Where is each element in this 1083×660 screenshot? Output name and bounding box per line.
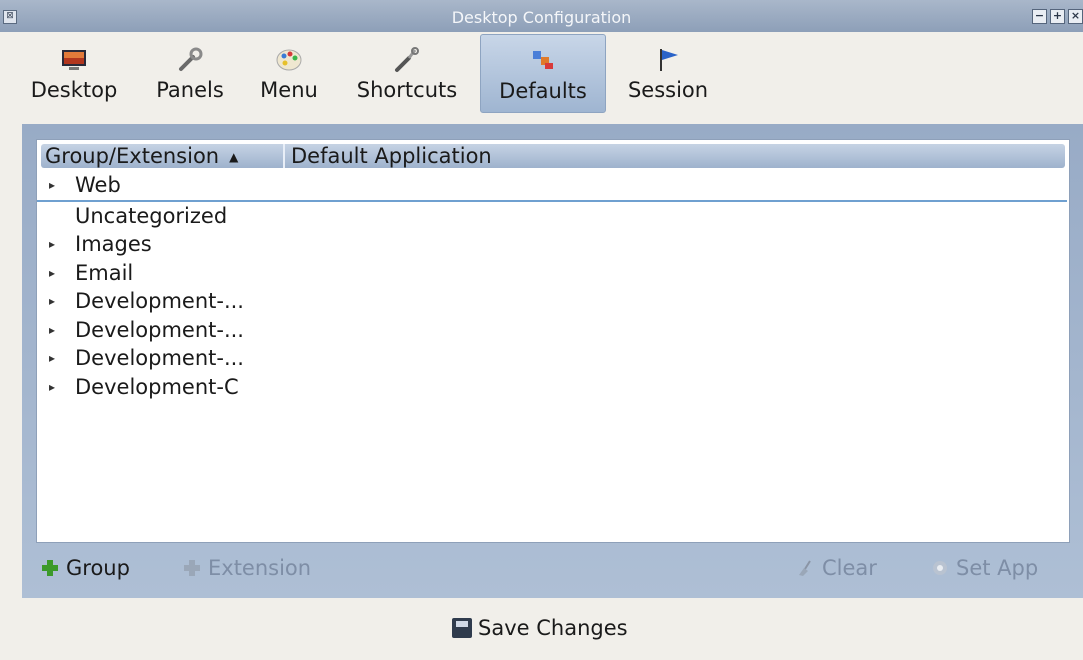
footer-bar: Save Changes <box>0 598 1083 660</box>
column-separator[interactable] <box>283 144 285 168</box>
tab-desktop-label: Desktop <box>30 78 118 102</box>
tree-row-email[interactable]: ▸ Email <box>37 259 1067 288</box>
save-changes-label: Save Changes <box>478 616 628 640</box>
set-app-button[interactable]: Set App <box>930 556 1038 580</box>
column-header-group-extension[interactable]: Group/Extension ▲ <box>41 144 285 168</box>
close-icon[interactable]: × <box>1068 9 1083 24</box>
clear-label: Clear <box>822 556 877 580</box>
file-association-tree[interactable]: Group/Extension ▲ Default Application ▸ W… <box>36 139 1070 543</box>
broom-icon <box>799 560 811 576</box>
maximize-icon[interactable]: + <box>1050 9 1065 24</box>
column-header-default-application[interactable]: Default Application <box>291 144 492 168</box>
tree-row-label: Uncategorized <box>75 203 228 228</box>
expander-icon[interactable]: ▸ <box>49 316 55 344</box>
tree-row-development-3[interactable]: ▸ Development-... <box>37 344 1067 373</box>
add-extension-label: Extension <box>208 556 312 580</box>
tab-desktop[interactable]: Desktop <box>22 34 126 111</box>
tab-defaults[interactable]: Defaults <box>480 34 606 113</box>
add-icon <box>42 560 58 576</box>
expander-icon[interactable]: ▸ <box>49 287 55 315</box>
tree-row-development-c[interactable]: ▸ Development-C <box>37 373 1067 402</box>
tree-row-development-1[interactable]: ▸ Development-... <box>37 287 1067 316</box>
clear-button[interactable]: Clear <box>796 556 877 580</box>
minimize-icon[interactable]: − <box>1032 9 1047 24</box>
tab-shortcuts[interactable]: Shortcuts <box>346 34 468 111</box>
wrench-icon <box>179 47 203 71</box>
expander-icon[interactable]: ▸ <box>49 373 55 401</box>
window-title: Desktop Configuration <box>451 8 632 27</box>
tree-header: Group/Extension ▲ Default Application <box>41 144 1065 168</box>
tree-row-uncategorized[interactable]: Uncategorized <box>37 202 1067 231</box>
tab-menu[interactable]: Menu <box>252 34 326 111</box>
tree-row-label: Development-... <box>75 346 244 370</box>
palette-icon <box>276 49 302 71</box>
tree-row-development-2[interactable]: ▸ Development-... <box>37 316 1067 345</box>
save-icon <box>452 618 472 638</box>
desktop-wallpaper-icon <box>62 50 86 70</box>
add-icon <box>184 560 200 576</box>
tab-panels-label: Panels <box>156 78 224 102</box>
tree-action-bar: Group Extension Clear Set App <box>36 546 1068 590</box>
column-header-group-extension-label: Group/Extension <box>45 144 220 168</box>
flag-icon <box>660 49 678 71</box>
add-group-label: Group <box>66 556 130 580</box>
tree-row-web[interactable]: ▸ Web <box>37 171 1067 202</box>
tree-row-label: Development-C <box>75 374 239 399</box>
tab-panels[interactable]: Panels <box>146 34 234 111</box>
gear-icon <box>933 561 947 575</box>
tree-rows: ▸ Web Uncategorized ▸ Images ▸ Email ▸ D… <box>37 171 1067 401</box>
title-bar[interactable]: ⊠ Desktop Configuration − + × <box>0 0 1083 32</box>
add-group-button[interactable]: Group <box>40 556 130 580</box>
tab-shortcuts-label: Shortcuts <box>356 78 458 102</box>
set-app-label: Set App <box>956 556 1039 580</box>
sort-ascending-icon: ▲ <box>229 150 239 164</box>
tree-row-label: Development-... <box>75 289 244 313</box>
defaults-panel: Group/Extension ▲ Default Application ▸ W… <box>22 124 1083 598</box>
expander-icon[interactable]: ▸ <box>49 344 55 372</box>
expander-icon[interactable]: ▸ <box>49 171 55 199</box>
window-controls: − + × <box>1032 9 1083 24</box>
expander-icon[interactable]: ▸ <box>49 259 55 287</box>
tab-menu-label: Menu <box>260 78 318 102</box>
tree-row-label: Email <box>75 260 134 285</box>
tab-defaults-label: Defaults <box>499 79 587 103</box>
save-changes-button[interactable]: Save Changes <box>452 615 628 641</box>
add-extension-button[interactable]: Extension <box>182 556 311 580</box>
tools-icon <box>395 47 419 72</box>
tab-session-label: Session <box>627 78 709 102</box>
tree-row-label: Development-... <box>75 317 244 342</box>
expander-icon[interactable]: ▸ <box>49 230 55 258</box>
tree-row-label: Images <box>75 232 152 256</box>
tree-row-label: Web <box>75 173 121 197</box>
apps-icon <box>533 51 553 69</box>
tree-row-images[interactable]: ▸ Images <box>37 230 1067 259</box>
category-toolbar: Desktop Panels Menu Shortcuts Defaults S… <box>0 32 1083 118</box>
tab-session[interactable]: Session <box>618 34 718 111</box>
